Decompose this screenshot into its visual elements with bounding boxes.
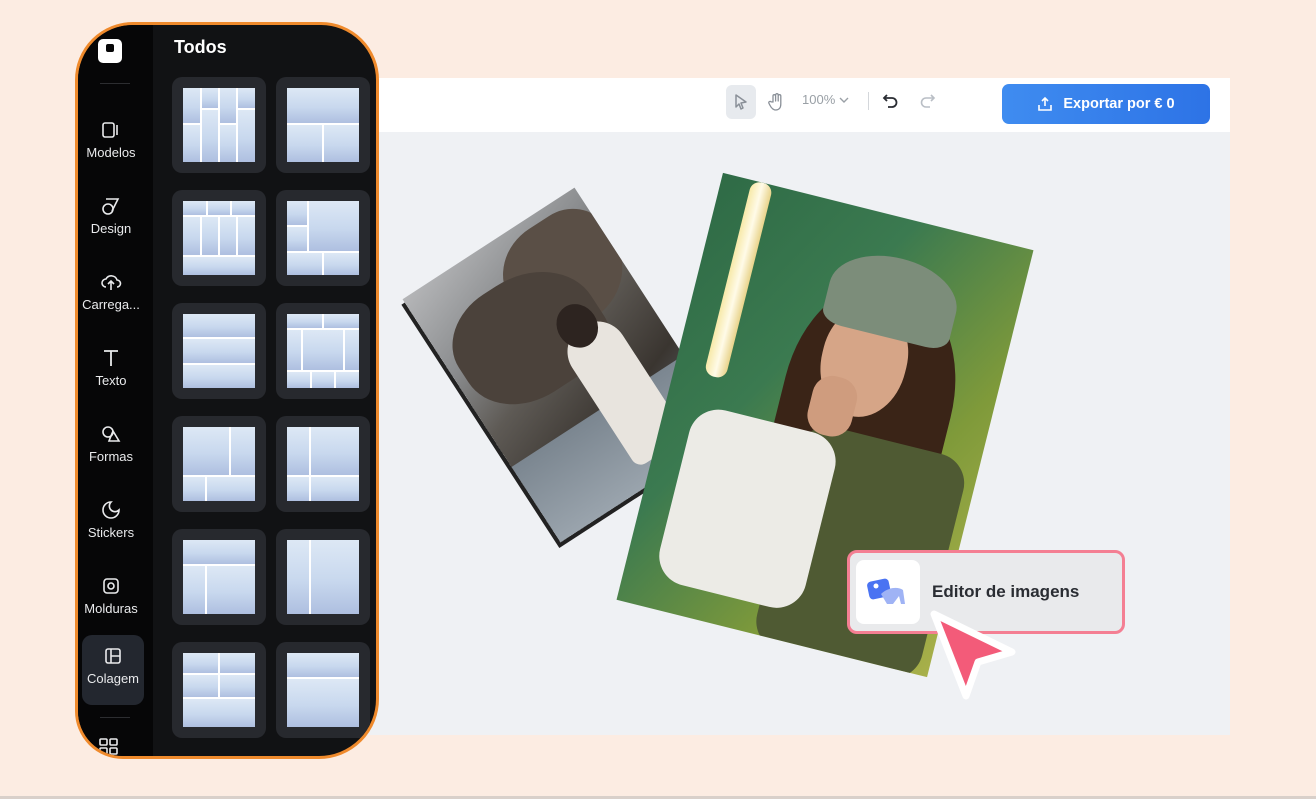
sidebar-item-colagem[interactable]: Colagem xyxy=(82,635,144,705)
apps-grid-icon[interactable] xyxy=(98,737,120,755)
undo-icon xyxy=(882,94,898,108)
design-icon xyxy=(102,198,120,215)
collage-layout-thumb[interactable] xyxy=(276,416,370,512)
text-icon xyxy=(104,350,118,366)
sidebar-panel: Modelos Design Carrega... Texto Formas S… xyxy=(75,22,379,759)
templates-icon xyxy=(102,122,118,138)
pointer-icon xyxy=(735,94,747,110)
image-editor-label: Editor de imagens xyxy=(932,582,1080,601)
collage-layout-thumb[interactable] xyxy=(172,642,266,738)
sidebar-item-molduras[interactable]: Molduras xyxy=(78,575,144,616)
image-editor-icon xyxy=(856,560,920,624)
sidebar-item-label: Carrega... xyxy=(82,297,140,312)
zoom-dropdown[interactable]: 100% xyxy=(802,92,849,107)
collage-layout-thumb[interactable] xyxy=(276,77,370,173)
sidebar-item-formas[interactable]: Formas xyxy=(78,423,144,464)
frames-icon xyxy=(103,578,119,594)
undo-button[interactable] xyxy=(878,88,904,114)
app-logo-icon[interactable] xyxy=(98,39,122,63)
hand-tool-button[interactable] xyxy=(762,85,792,119)
export-label: Exportar por € 0 xyxy=(1063,96,1175,112)
collage-layout-thumb[interactable] xyxy=(172,77,266,173)
sidebar-item-label: Modelos xyxy=(86,145,136,160)
chevron-down-icon xyxy=(839,97,849,103)
sidebar-rail: Modelos Design Carrega... Texto Formas S… xyxy=(78,25,153,756)
upload-cloud-icon xyxy=(101,275,122,290)
editor-toolbar: 100% Exportar por € 0 xyxy=(330,78,1230,132)
export-button[interactable]: Exportar por € 0 xyxy=(1002,84,1210,124)
rail-divider xyxy=(100,717,130,718)
sidebar-item-label: Stickers xyxy=(87,525,135,540)
upload-icon xyxy=(1038,96,1053,111)
rail-divider xyxy=(100,83,130,84)
sidebar-item-label: Colagem xyxy=(86,671,140,686)
sidebar-item-label: Molduras xyxy=(84,601,138,616)
collage-layout-thumb[interactable] xyxy=(172,416,266,512)
collage-layout-thumb[interactable] xyxy=(276,303,370,399)
collage-layout-thumb[interactable] xyxy=(276,642,370,738)
redo-icon xyxy=(920,94,936,108)
hand-icon xyxy=(768,93,782,111)
sidebar-item-label: Formas xyxy=(88,449,134,464)
shapes-icon xyxy=(102,426,121,442)
zoom-value: 100% xyxy=(802,92,836,107)
collage-icon xyxy=(105,648,121,664)
collage-layout-thumb[interactable] xyxy=(172,303,266,399)
toolbar-separator xyxy=(868,92,869,110)
sidebar-item-texto[interactable]: Texto xyxy=(78,347,144,388)
sidebar-item-design[interactable]: Design xyxy=(78,195,144,236)
collage-layout-thumb[interactable] xyxy=(172,190,266,286)
sidebar-item-modelos[interactable]: Modelos xyxy=(78,119,144,160)
photo-lamp xyxy=(703,180,774,380)
sidebar-item-label: Texto xyxy=(95,373,127,388)
collage-layout-thumb[interactable] xyxy=(276,190,370,286)
sidebar-item-carregar[interactable]: Carrega... xyxy=(78,271,144,312)
redo-button[interactable] xyxy=(914,88,940,114)
collage-layout-thumb[interactable] xyxy=(276,529,370,625)
cursor-pointer-icon xyxy=(930,610,1016,700)
collage-layout-thumb[interactable] xyxy=(172,529,266,625)
section-title: Todos xyxy=(174,37,227,57)
select-tool-button[interactable] xyxy=(726,85,756,119)
stickers-icon xyxy=(102,501,120,519)
sidebar-item-label: Design xyxy=(90,221,132,236)
sidebar-item-stickers[interactable]: Stickers xyxy=(78,499,144,540)
